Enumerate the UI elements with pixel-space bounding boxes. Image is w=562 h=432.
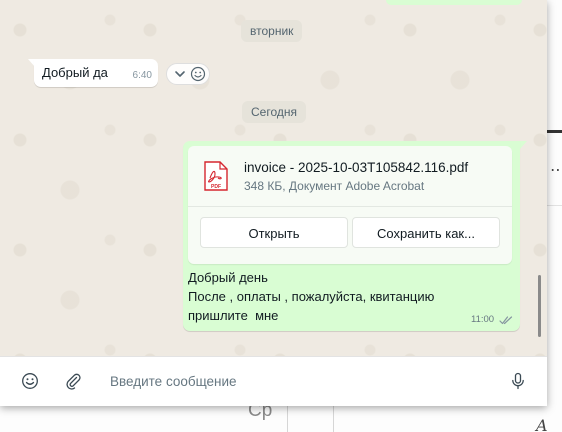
document-meta: 348 КБ, Документ Adobe Acrobat xyxy=(244,179,425,193)
caption-line: После , оплаты , пожалуйста, квитанцию xyxy=(188,289,435,304)
incoming-message[interactable]: Добрый да 6:40 xyxy=(34,59,158,87)
chevron-down-icon[interactable] xyxy=(173,67,187,81)
message-time: 6:40 xyxy=(132,70,152,81)
open-document-button[interactable]: Открыть xyxy=(200,217,348,248)
document-file-name: invoice - 2025-10-03T105842.116.pdf xyxy=(244,160,469,175)
document-attachment[interactable]: PDF invoice - 2025-10-03T105842.116.pdf … xyxy=(188,146,512,264)
message-input[interactable] xyxy=(104,368,496,394)
outgoing-bubble-tail xyxy=(520,141,527,149)
microphone-icon[interactable] xyxy=(509,372,527,390)
background-corner-glyph: A xyxy=(536,416,548,432)
background-toolbar-edge xyxy=(547,130,562,133)
caption-line: Добрый день xyxy=(188,270,268,285)
document-header[interactable]: PDF invoice - 2025-10-03T105842.116.pdf … xyxy=(188,146,512,207)
pdf-icon: PDF xyxy=(204,161,228,191)
pdf-icon-label: PDF xyxy=(211,184,221,190)
previous-message-bubble xyxy=(386,0,522,5)
message-actions xyxy=(166,63,210,85)
background-divider xyxy=(547,205,562,206)
message-caption: Добрый день После , оплаты , пожалуйста,… xyxy=(188,268,468,325)
message-text: Добрый да xyxy=(42,65,108,80)
chat-window: вторник Добрый да 6:40 Сегодня PDF invoi… xyxy=(0,0,547,406)
scrollbar-thumb[interactable] xyxy=(538,275,541,337)
background-more-icon[interactable]: ⋯ xyxy=(550,160,562,180)
delivered-check-icon xyxy=(499,316,513,325)
emoji-icon[interactable] xyxy=(21,372,39,390)
paperclip-icon[interactable] xyxy=(64,372,82,390)
date-separator: вторник xyxy=(241,20,303,42)
date-separator-today: Сегодня xyxy=(242,101,306,123)
caption-line: пришлите мне xyxy=(188,308,279,323)
save-as-button[interactable]: Сохранить как... xyxy=(352,217,500,248)
message-list[interactable]: вторник Добрый да 6:40 Сегодня PDF invoi… xyxy=(0,0,547,356)
emoji-reaction-icon[interactable] xyxy=(190,66,206,82)
outgoing-message[interactable]: PDF invoice - 2025-10-03T105842.116.pdf … xyxy=(183,141,520,331)
screen: ⋯ Ср A вторник Добрый да 6:40 Сегодня PD… xyxy=(0,0,562,432)
compose-bar xyxy=(0,356,547,406)
message-time: 11:00 xyxy=(471,314,495,325)
